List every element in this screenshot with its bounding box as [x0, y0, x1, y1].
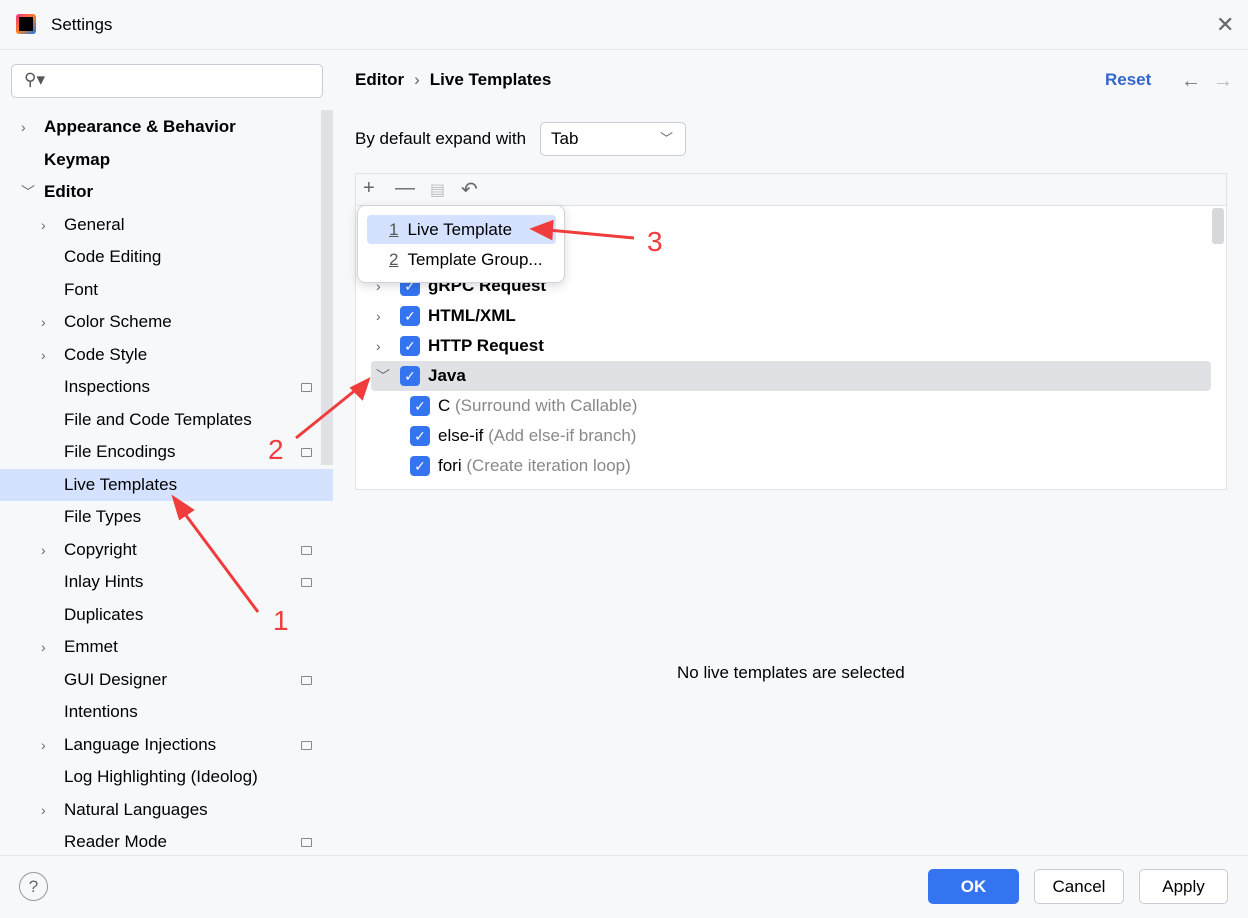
- annotation-arrows: [171, 219, 635, 613]
- annotation-arrow-3: [547, 228, 635, 240]
- annotation-arrow-2: [295, 386, 359, 440]
- annotation-label-2: 2: [268, 434, 284, 465]
- annotation-arrowhead-1: [171, 494, 195, 521]
- annotation-label-1: 1: [273, 605, 289, 636]
- annotation-arrowhead-2: [349, 377, 371, 401]
- annotation-label-3: 3: [647, 226, 663, 257]
- annotation-arrow-1: [180, 509, 260, 613]
- annotation-arrowhead-3: [529, 219, 554, 241]
